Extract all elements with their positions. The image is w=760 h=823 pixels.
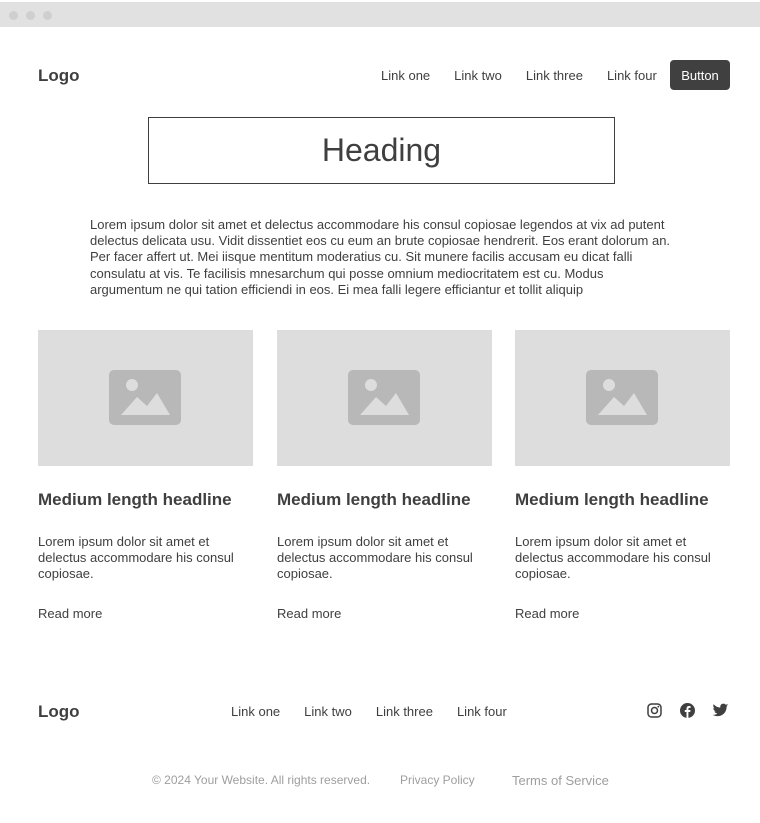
feature-card: Medium length headline Lorem ipsum dolor… [277, 330, 492, 621]
image-placeholder-icon [586, 370, 658, 425]
header-nav-link-four[interactable]: Link four [607, 68, 657, 83]
card-image-placeholder [38, 330, 253, 466]
header-nav-link-three[interactable]: Link three [526, 68, 583, 83]
image-placeholder-icon [348, 370, 420, 425]
header-nav-link-one[interactable]: Link one [381, 68, 430, 83]
image-placeholder-icon [109, 370, 181, 425]
card-headline: Medium length headline [38, 490, 232, 509]
instagram-icon[interactable] [646, 702, 663, 719]
feature-card: Medium length headline Lorem ipsum dolor… [38, 330, 253, 621]
card-text: Lorem ipsum dolor sit amet et delectus a… [515, 534, 711, 582]
header-nav: Link one Link two Link three Link four [381, 68, 657, 83]
twitter-icon[interactable] [712, 702, 729, 719]
card-headline: Medium length headline [277, 490, 471, 509]
feature-card: Medium length headline Lorem ipsum dolor… [515, 330, 730, 621]
card-image-placeholder [277, 330, 492, 466]
card-read-more-link[interactable]: Read more [277, 606, 341, 621]
card-text: Lorem ipsum dolor sit amet et delectus a… [38, 534, 234, 582]
window-minimize-dot[interactable] [26, 11, 35, 20]
window-maximize-dot[interactable] [43, 11, 52, 20]
header-nav-link-two[interactable]: Link two [454, 68, 502, 83]
card-headline: Medium length headline [515, 490, 709, 509]
card-read-more-link[interactable]: Read more [515, 606, 579, 621]
header-logo[interactable]: Logo [38, 66, 80, 86]
card-read-more-link[interactable]: Read more [38, 606, 102, 621]
card-image-placeholder [515, 330, 730, 466]
card-text: Lorem ipsum dolor sit amet et delectus a… [277, 534, 473, 582]
footer-nav: Link one Link two Link three Link four [231, 704, 507, 719]
footer-logo[interactable]: Logo [38, 702, 80, 722]
footer-nav-link-three[interactable]: Link three [376, 704, 433, 719]
facebook-icon[interactable] [679, 702, 696, 719]
window-titlebar [0, 2, 760, 27]
footer-nav-link-one[interactable]: Link one [231, 704, 280, 719]
hero-heading-box: Heading [148, 117, 615, 184]
page-title: Heading [321, 132, 442, 168]
terms-of-service-link[interactable]: Terms of Service [512, 773, 609, 788]
footer-nav-link-two[interactable]: Link two [304, 704, 352, 719]
copyright-text: © 2024 Your Website. All rights reserved… [152, 773, 371, 787]
window-close-dot[interactable] [9, 11, 18, 20]
header-button[interactable]: Button [670, 60, 730, 90]
privacy-policy-link[interactable]: Privacy Policy [400, 773, 475, 787]
footer-nav-link-four[interactable]: Link four [457, 704, 507, 719]
hero-paragraph: Lorem ipsum dolor sit amet et delectus a… [90, 217, 671, 297]
